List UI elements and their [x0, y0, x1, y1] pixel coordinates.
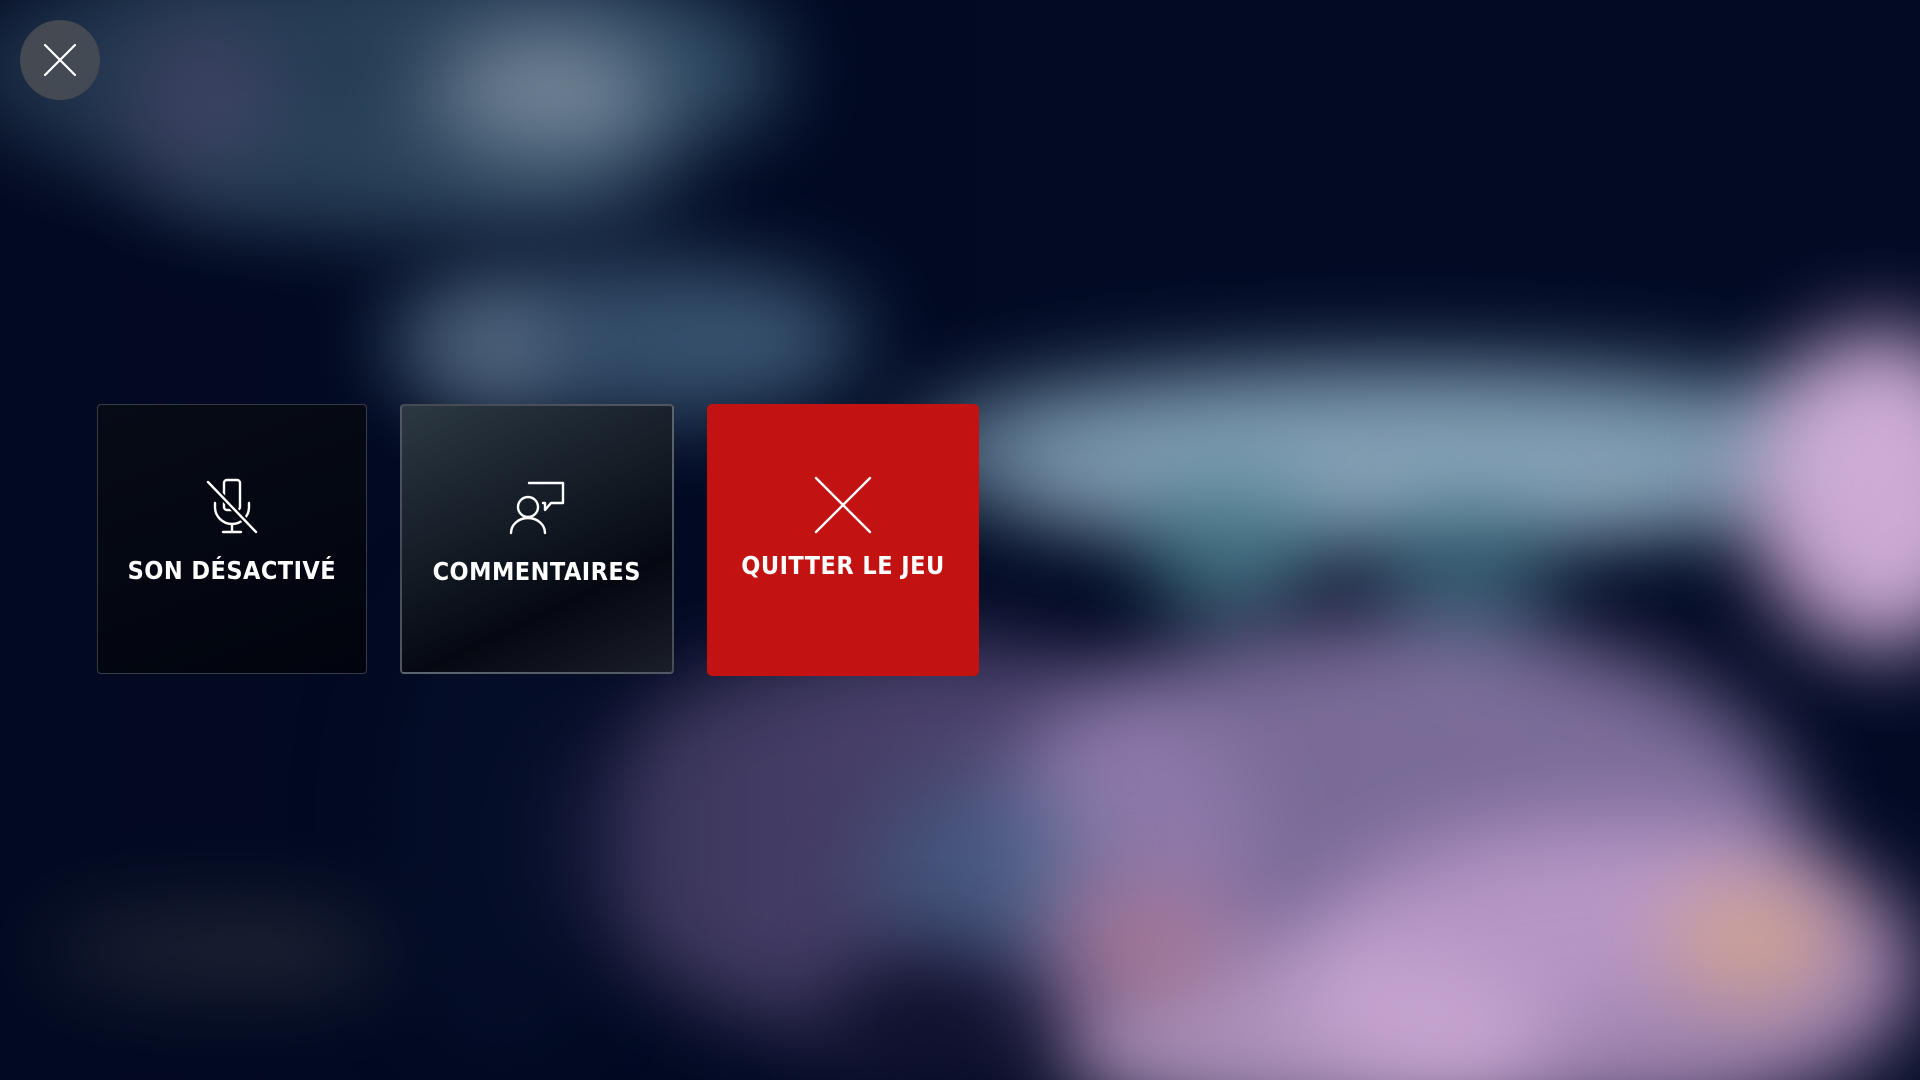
- game-pause-overlay: SON DÉSACTIVÉ COMMENTAIRES QUITTER LE JE…: [0, 0, 1920, 1080]
- user-feedback-icon: [507, 477, 567, 537]
- close-overlay-button[interactable]: [20, 20, 100, 100]
- pause-menu: SON DÉSACTIVÉ COMMENTAIRES QUITTER LE JE…: [97, 404, 979, 676]
- microphone-muted-icon: [202, 476, 262, 536]
- mute-sound-label: SON DÉSACTIVÉ: [127, 556, 337, 585]
- mute-sound-tile[interactable]: SON DÉSACTIVÉ: [97, 404, 367, 674]
- feedback-label: COMMENTAIRES: [432, 557, 642, 586]
- quit-game-label: QUITTER LE JEU: [741, 551, 945, 580]
- quit-game-tile[interactable]: QUITTER LE JEU: [707, 404, 979, 676]
- close-icon: [813, 475, 873, 535]
- close-icon: [43, 43, 77, 77]
- feedback-tile[interactable]: COMMENTAIRES: [400, 404, 674, 674]
